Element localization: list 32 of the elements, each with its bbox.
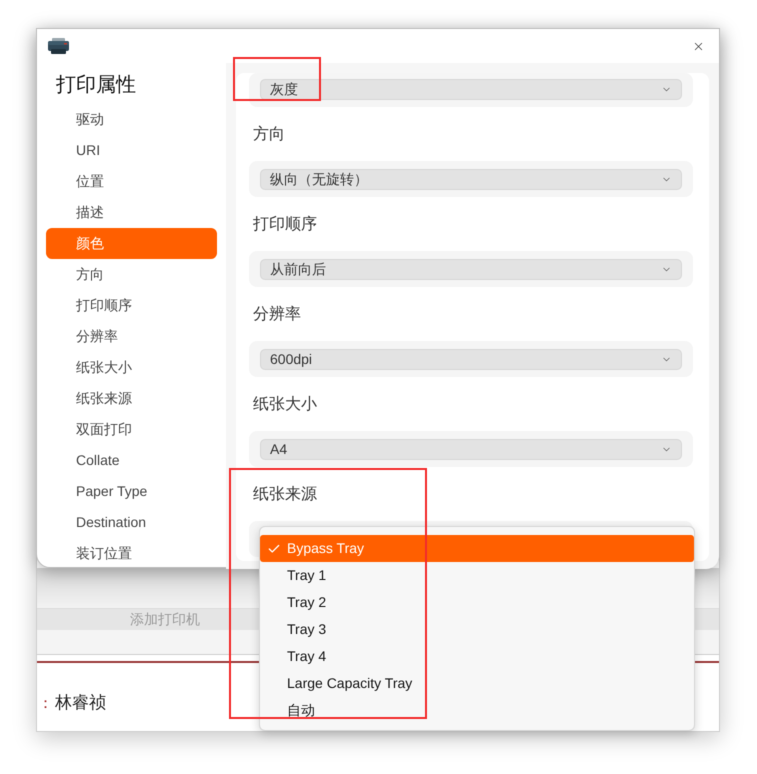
sidebar-item[interactable]: 描述 [46, 197, 217, 228]
menu-item[interactable]: Large Capacity Tray [260, 670, 694, 697]
sidebar-item[interactable]: 打印顺序 [46, 290, 217, 321]
dropdown-select[interactable]: 从前向后 [260, 259, 682, 280]
dialog-heading: 打印属性 [56, 73, 136, 98]
menu-item[interactable]: Tray 1 [260, 562, 694, 589]
field-label: ： [38, 694, 53, 714]
sidebar-item[interactable]: 分辨率 [46, 321, 217, 352]
setting-label: 纸张大小 [253, 394, 317, 415]
menu-item[interactable]: 自动 [260, 697, 694, 724]
owner-name: 林睿祯 [55, 692, 106, 714]
setting-label: 分辨率 [253, 304, 301, 325]
sidebar-item[interactable]: 位置 [46, 166, 217, 197]
sidebar-item[interactable]: 方向 [46, 259, 217, 290]
setting-label: 打印顺序 [253, 214, 317, 235]
sidebar-item[interactable]: 双面打印 [46, 414, 217, 445]
sidebar-item[interactable]: 纸张来源 [46, 383, 217, 414]
menu-item[interactable]: Tray 4 [260, 643, 694, 670]
sidebar-item[interactable]: 装订位置 [46, 538, 217, 569]
dropdown-select[interactable]: 600dpi [260, 349, 682, 370]
sidebar-item[interactable]: 纸张大小 [46, 352, 217, 383]
sidebar-item[interactable]: Destination [46, 507, 217, 538]
sidebar-item[interactable]: Collate [46, 445, 217, 476]
dropdown-select[interactable]: 纵向（无旋转） [260, 169, 682, 190]
dropdown-select[interactable]: 灰度 [260, 79, 682, 100]
sidebar-item[interactable]: URI [46, 135, 217, 166]
sidebar-item[interactable]: Paper Type [46, 476, 217, 507]
dropdown-select[interactable]: A4 [260, 439, 682, 460]
setting-label: 方向 [253, 124, 285, 145]
sidebar-item[interactable]: 驱动 [46, 104, 217, 135]
setting-label: 纸张来源 [253, 484, 317, 505]
printer-icon [48, 38, 69, 54]
